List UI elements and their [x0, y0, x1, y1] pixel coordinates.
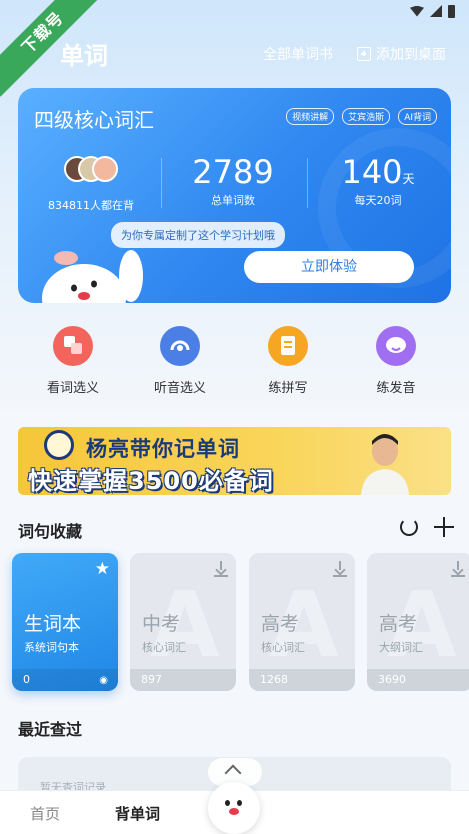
download-icon-base — [214, 575, 228, 577]
status-bar — [410, 2, 455, 20]
try-now-button[interactable]: 立即体验 — [244, 251, 414, 283]
feature-tags: 视频讲解 艾宾浩斯 AI背词 — [286, 108, 437, 125]
download-icon-base — [333, 575, 347, 577]
wordbook-subtitle: 系统词句本 — [24, 641, 79, 654]
wordbook-count: 3690 — [367, 669, 469, 691]
mode-spelling[interactable]: 练拼写 — [243, 326, 333, 396]
wordbook-gaokao-syllabus[interactable]: A 高考 大纲词汇 3690 — [367, 553, 469, 691]
stat-divider — [307, 158, 308, 208]
recent-title: 最近查过 — [18, 720, 83, 739]
clipboard-icon — [268, 326, 308, 366]
page-title: 单词 — [60, 42, 108, 70]
add-to-desktop-button[interactable]: 添加到桌面 — [357, 44, 446, 64]
speech-bubble-icon — [376, 326, 416, 366]
learner-avatars — [64, 156, 144, 186]
wordbook-new-words[interactable]: ★ 生词本 系统词句本 0 ◉ — [12, 553, 118, 691]
wordbook-title: 四级核心词汇 — [34, 108, 154, 132]
eye-off-icon[interactable]: ◉ — [99, 675, 108, 686]
wordbook-zhongkao[interactable]: A 中考 核心词汇 897 — [130, 553, 236, 691]
total-words-stat: 2789 总单词数 — [178, 154, 288, 208]
all-wordbooks-link[interactable]: 全部单词书 — [263, 44, 333, 64]
download-icon[interactable] — [333, 561, 347, 575]
headset-icon — [160, 326, 200, 366]
mode-label: 练拼写 — [268, 381, 308, 396]
download-icon[interactable] — [214, 561, 228, 575]
nav-words[interactable]: 背单词 — [115, 803, 160, 824]
translate-icon — [53, 326, 93, 366]
mascot-illustration — [42, 250, 143, 303]
download-icon-base — [451, 575, 465, 577]
mode-pronunciation[interactable]: 练发音 — [351, 326, 441, 396]
add-to-desktop-label: 添加到桌面 — [376, 47, 446, 63]
mascot-fab-button[interactable] — [208, 782, 260, 834]
add-icon[interactable] — [434, 517, 454, 537]
promo-banner[interactable]: 杨亮带你记单词 快速掌握3500必备词 — [18, 427, 451, 495]
wordbook-subtitle: 大纲词汇 — [379, 641, 423, 654]
refresh-icon[interactable] — [400, 518, 418, 536]
banner-headline: 杨亮带你记单词 — [86, 437, 240, 461]
mascot-mouth — [229, 808, 239, 815]
star-icon: ★ — [94, 559, 110, 579]
wordbook-count: 897 — [130, 669, 236, 691]
wordbook-subtitle: 核心词汇 — [142, 641, 186, 654]
nav-home[interactable]: 首页 — [30, 803, 60, 824]
mode-listen-meaning[interactable]: 听音选义 — [135, 326, 225, 396]
collection-title: 词句收藏 — [18, 522, 83, 541]
wifi-icon — [410, 5, 424, 17]
wordbook-name: 高考 — [379, 613, 418, 635]
total-words-label: 总单词数 — [211, 194, 255, 207]
mode-word-meaning[interactable]: 看词选义 — [28, 326, 118, 396]
days-unit: 天 — [402, 172, 415, 186]
total-words-value: 2789 — [192, 153, 274, 191]
wordbook-subtitle: 核心词汇 — [261, 641, 305, 654]
wordbook-list: ★ 生词本 系统词句本 0 ◉ A 中考 核心词汇 897 A 高考 核心词汇 … — [0, 553, 469, 693]
mode-label: 看词选义 — [46, 381, 99, 396]
teacher-photo — [361, 434, 409, 495]
chevron-up-icon — [224, 764, 242, 782]
stat-divider — [161, 158, 162, 208]
mascot-eye — [237, 800, 242, 806]
wordbook-gaokao-core[interactable]: A 高考 核心词汇 1268 — [249, 553, 355, 691]
mode-label: 练发音 — [376, 381, 416, 396]
alarm-clock-icon — [44, 430, 74, 460]
wordbook-count: 1268 — [249, 669, 355, 691]
download-icon[interactable] — [451, 561, 465, 575]
signal-icon — [430, 5, 442, 17]
wordbook-name: 高考 — [261, 613, 300, 635]
mascot-eye — [225, 800, 230, 806]
add-square-icon — [357, 47, 371, 61]
battery-icon — [448, 4, 455, 18]
avatar — [92, 156, 118, 182]
days-stat: 140天 每天20词 — [323, 154, 433, 208]
days-value: 140 — [341, 153, 403, 191]
daily-words-label: 每天20词 — [354, 194, 402, 207]
learner-count: 834811人都在背 — [48, 199, 134, 212]
mode-label: 听音选义 — [153, 381, 206, 396]
tag-ai: AI背词 — [398, 108, 437, 125]
wordbook-name: 中考 — [142, 613, 181, 635]
tag-ebbinghaus: 艾宾浩斯 — [342, 108, 391, 125]
banner-subline: 快速掌握3500必备词 — [28, 467, 274, 495]
study-plan-card[interactable]: 四级核心词汇 视频讲解 艾宾浩斯 AI背词 834811人都在背 2789 总单… — [18, 88, 451, 303]
tag-video: 视频讲解 — [286, 108, 335, 125]
wordbook-name: 生词本 — [24, 613, 82, 635]
